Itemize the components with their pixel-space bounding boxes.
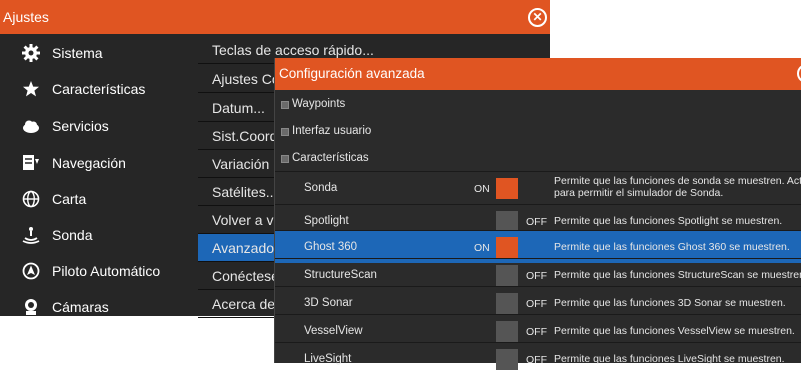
sidebar-item-camaras[interactable]: Cámaras [8, 290, 190, 324]
toggle-off-label: OFF [526, 270, 547, 282]
autopilot-icon [22, 262, 40, 280]
toggle-off-label: OFF [526, 326, 547, 338]
sidebar-item-label: Características [52, 81, 146, 97]
sidebar-item-label: Piloto Automático [52, 263, 161, 279]
settings-titlebar: Ajustes ✕ [0, 0, 550, 34]
submenu-item-label: Acerca de [212, 296, 276, 312]
feature-description: Permite que las funciones Ghost 360 se m… [554, 241, 790, 253]
feature-toggle[interactable] [496, 321, 518, 342]
settings-sidebar: Sistema Características Servicios Navega… [8, 36, 190, 316]
collapse-icon[interactable] [281, 155, 289, 163]
sidebar-item-sistema[interactable]: Sistema [8, 36, 190, 70]
sidebar-item-label: Servicios [52, 118, 109, 134]
feature-description: Permite que las funciones VesselView se … [554, 325, 795, 337]
sidebar-item-label: Carta [52, 191, 87, 207]
navigation-icon [23, 155, 39, 170]
expand-icon[interactable] [281, 128, 289, 136]
sonar-icon [22, 227, 40, 244]
toggle-off-label: OFF [526, 354, 547, 366]
advanced-settings-title: Configuración avanzada [279, 66, 425, 81]
sidebar-item-piloto-automatico[interactable]: Piloto Automático [8, 254, 190, 288]
camera-icon [25, 299, 37, 315]
sidebar-item-label: Sonda [52, 227, 93, 243]
sidebar-item-servicios[interactable]: Servicios [8, 109, 190, 143]
feature-toggle[interactable] [496, 349, 518, 370]
feature-name: LiveSight [304, 353, 352, 365]
tree-item-caracteristicas[interactable]: Características [275, 146, 801, 173]
advanced-settings-titlebar: Configuración avanzada [275, 58, 801, 90]
feature-name: Spotlight [304, 215, 349, 227]
feature-toggle[interactable] [496, 178, 518, 199]
toggle-off-label: OFF [526, 298, 547, 310]
toggle-off-label: OFF [526, 216, 547, 228]
feature-description-line1: Permite que las funciones de sonda se mu… [554, 175, 801, 187]
submenu-item-label: Satélites... [212, 184, 278, 200]
globe-icon [22, 190, 40, 208]
close-icon[interactable]: ✕ [528, 8, 547, 27]
sidebar-item-label: Navegación [52, 155, 126, 171]
submenu-item-label: Teclas de acceso rápido... [212, 42, 374, 58]
sidebar-item-label: Cámaras [52, 299, 109, 315]
cloud-icon [23, 120, 39, 133]
sidebar-item-navegacion[interactable]: Navegación [8, 146, 190, 180]
submenu-item-label: Conéctese [212, 268, 279, 284]
tree-item-interfaz-usuario[interactable]: Interfaz usuario [275, 119, 801, 146]
submenu-item-label: Volver a v [212, 212, 274, 228]
feature-row-sonda[interactable]: Sonda ON Permite que las funciones de so… [275, 171, 801, 204]
feature-name: VesselView [304, 325, 363, 337]
sidebar-item-sonda[interactable]: Sonda [8, 218, 190, 252]
gear-icon [22, 44, 40, 62]
settings-title: Ajustes [3, 9, 49, 25]
star-icon [23, 81, 39, 97]
feature-description: Permite que las funciones de sonda se mu… [554, 175, 801, 199]
feature-toggle[interactable] [496, 211, 518, 232]
tree-item-label: Características [292, 152, 369, 164]
tree-item-label: Waypoints [292, 98, 346, 110]
feature-description: Permite que las funciones StructureScan … [554, 269, 801, 281]
feature-description-line2: para permitir el simulador de Sonda. [554, 187, 724, 199]
feature-row-livesight[interactable]: LiveSight OFF Permite que las funciones … [275, 342, 801, 375]
sidebar-item-caracteristicas[interactable]: Características [8, 72, 190, 106]
sidebar-item-label: Sistema [52, 45, 103, 61]
submenu-item-label: Datum... [212, 100, 265, 116]
tree-item-waypoints[interactable]: Waypoints [275, 92, 801, 119]
feature-toggle[interactable] [496, 265, 518, 286]
tree-item-label: Interfaz usuario [292, 125, 372, 137]
feature-toggle[interactable] [496, 237, 518, 258]
feature-description: Permite que las funciones 3D Sonar se mu… [554, 297, 786, 309]
toggle-on-label: ON [474, 183, 490, 195]
feature-description: Permite que las funciones Spotlight se m… [554, 215, 783, 227]
advanced-settings-window: Configuración avanzada Waypoints Interfa… [274, 58, 801, 370]
close-icon[interactable] [797, 64, 801, 83]
feature-name: 3D Sonar [304, 297, 353, 309]
feature-name: Ghost 360 [304, 241, 358, 253]
feature-name: StructureScan [304, 269, 377, 281]
sidebar-item-carta[interactable]: Carta [8, 182, 190, 216]
submenu-item-label: Ajustes Co [212, 71, 280, 87]
expand-icon[interactable] [281, 101, 289, 109]
feature-toggle[interactable] [496, 293, 518, 314]
toggle-on-label: ON [474, 242, 490, 254]
feature-description: Permite que las funciones LiveSight se m… [554, 353, 785, 365]
feature-name: Sonda [304, 182, 338, 194]
